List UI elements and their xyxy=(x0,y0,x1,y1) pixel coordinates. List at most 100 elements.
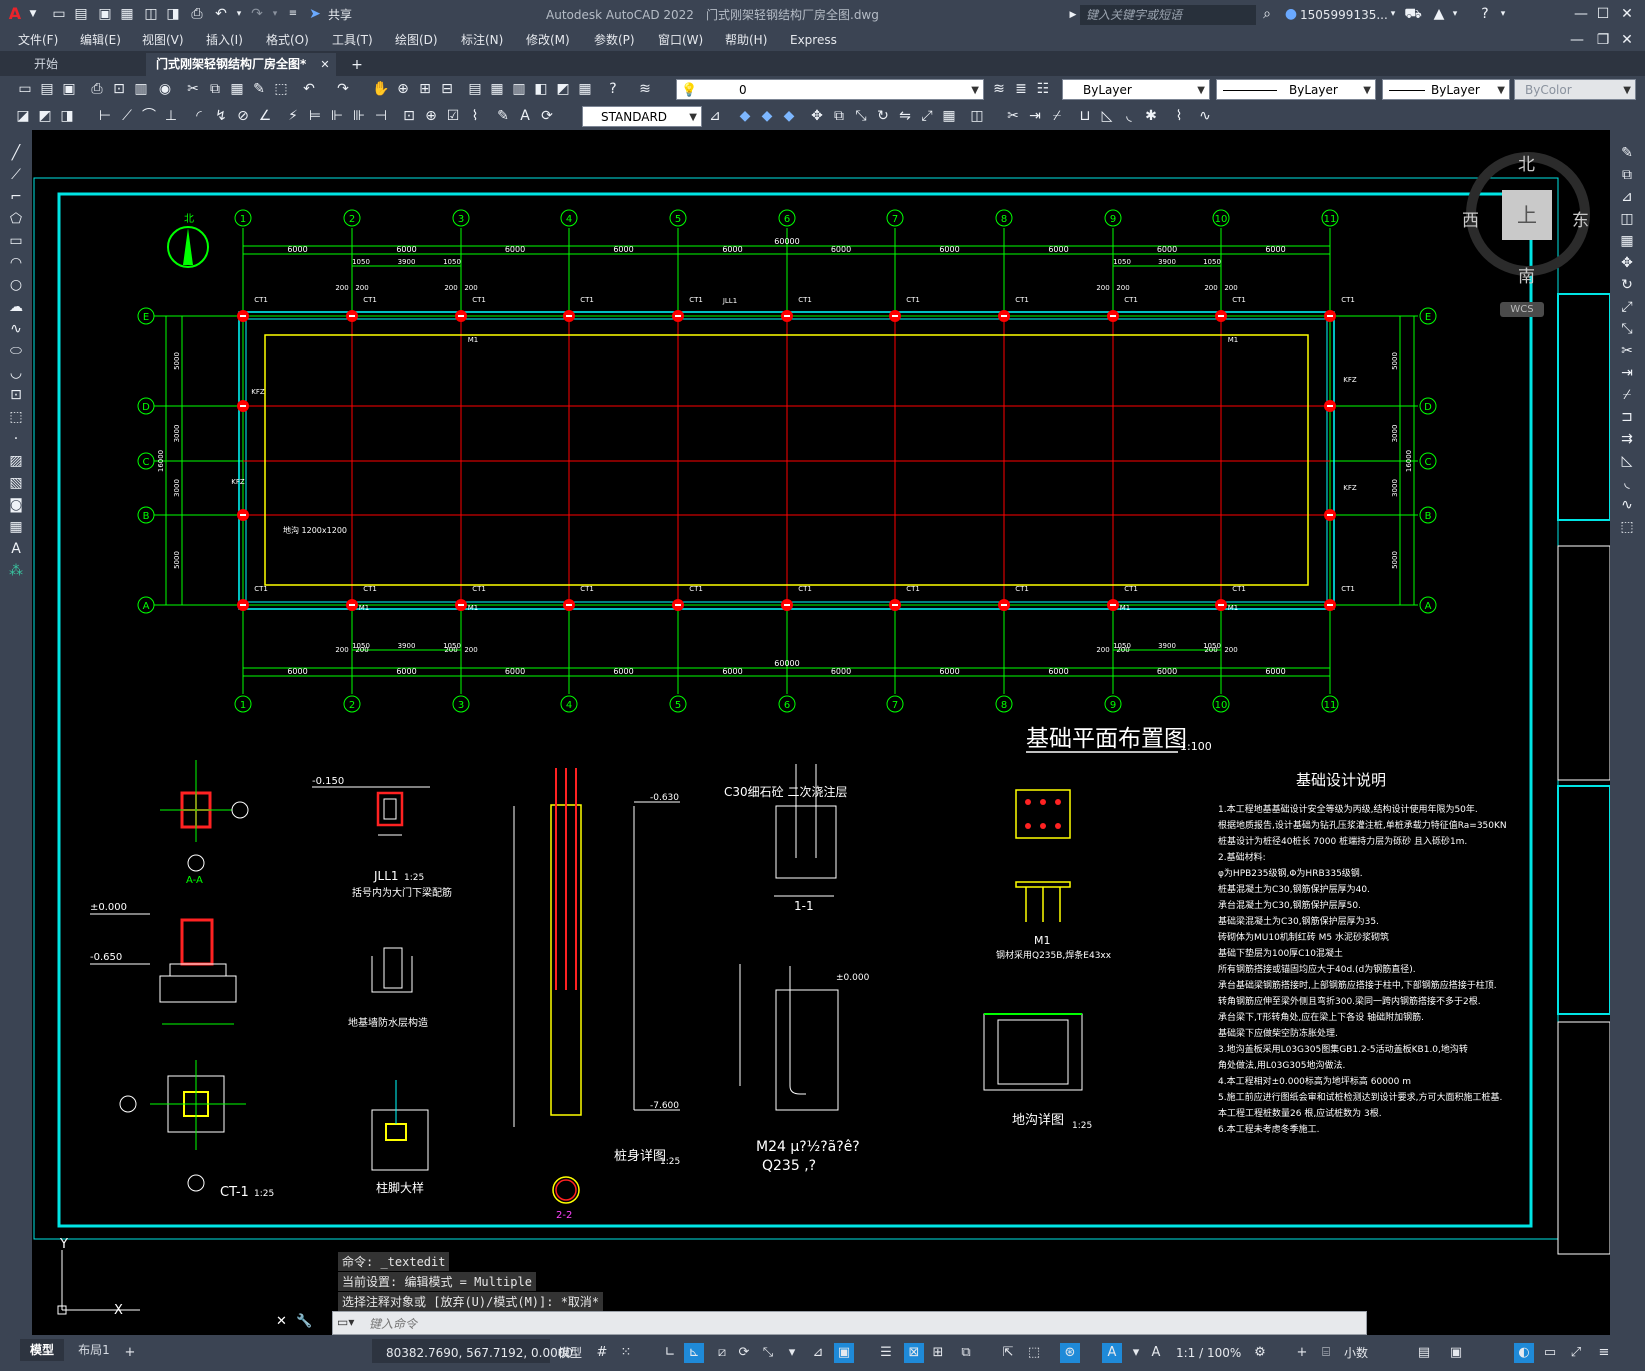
drawing-canvas[interactable]: 北 1 1 2 2 3 3 4 4 5 5 6 6 7 7 8 8 9 9 10 10 11 11 E E D D C C B B A A 60… xyxy=(32,130,1610,1335)
extend-icon[interactable]: ⇥ xyxy=(1618,364,1636,382)
app-menu-chevron-icon[interactable]: ▼ xyxy=(24,5,42,23)
erase-icon[interactable]: ✎ xyxy=(1618,144,1636,162)
trim-icon[interactable]: ✂ xyxy=(1618,342,1636,360)
customize-qat-icon[interactable]: ≡ xyxy=(284,5,302,23)
dim-continue-icon[interactable]: ⊩ xyxy=(328,107,346,125)
break-point-icon[interactable]: ⌿ xyxy=(1618,386,1636,404)
help-dropdown-icon[interactable]: ▾ xyxy=(1494,5,1512,23)
dim-edit-icon[interactable]: ✎ xyxy=(494,107,512,125)
scale-icon[interactable]: ⤢ xyxy=(918,107,936,125)
units-value[interactable]: 小数 xyxy=(1344,1343,1368,1363)
web-save-icon[interactable]: ◨ xyxy=(164,5,182,23)
revcloud-icon[interactable]: ☁ xyxy=(7,298,25,316)
jogged-linear-icon[interactable]: ⌇ xyxy=(466,107,484,125)
menu-express[interactable]: Express xyxy=(790,32,837,49)
dynamic-ucs-icon[interactable]: ⊞ xyxy=(928,1343,948,1363)
make-current-icon[interactable]: ≋ xyxy=(990,80,1008,98)
point-icon[interactable]: · xyxy=(7,430,25,448)
annotation-visible-icon[interactable]: A xyxy=(1146,1343,1166,1363)
ortho-icon[interactable]: ∟ xyxy=(660,1343,680,1363)
color-dropdown[interactable]: ByLayer ▼ xyxy=(1062,79,1210,100)
tolerance-icon[interactable]: ⊡ xyxy=(400,107,418,125)
snap-icon[interactable]: ⁙ xyxy=(616,1343,636,1363)
line-icon[interactable]: ╱ xyxy=(7,144,25,162)
auto-scale-icon[interactable]: ⊛ xyxy=(1060,1343,1080,1363)
dim-linear-icon[interactable]: ⊢ xyxy=(96,107,114,125)
layer-states-icon[interactable]: ☷ xyxy=(1034,80,1052,98)
join-icon[interactable]: ⇉ xyxy=(1618,430,1636,448)
layer-previous-icon[interactable]: ≣ xyxy=(1012,80,1030,98)
chamfer-icon[interactable]: ◺ xyxy=(1098,107,1116,125)
cart-icon[interactable]: ⛟ xyxy=(1404,5,1422,23)
center-mark-icon[interactable]: ⊕ xyxy=(422,107,440,125)
drawing-svg[interactable]: 北 11223344556677889910101111E ED DC CB BA A60… xyxy=(32,130,1610,1335)
close-icon[interactable]: ✕ xyxy=(1618,5,1636,23)
extend-icon[interactable]: ⇥ xyxy=(1026,107,1044,125)
circle-icon[interactable]: ○ xyxy=(7,276,25,294)
isolate-objects-icon[interactable]: ◐ xyxy=(1514,1343,1534,1363)
wcs-menu[interactable]: WCS xyxy=(1500,302,1544,317)
new-tab-icon[interactable]: + xyxy=(348,56,366,74)
polygon-icon[interactable]: ⬠ xyxy=(7,210,25,228)
viewcube-top[interactable]: 上 xyxy=(1502,190,1552,240)
osnap-icon[interactable]: ⤡ xyxy=(758,1343,778,1363)
markup-icon[interactable]: ◩ xyxy=(554,80,572,98)
command-customize-icon[interactable]: 🔧 xyxy=(296,1314,312,1329)
3dprint-icon[interactable]: ◉ xyxy=(156,80,174,98)
maximize-icon[interactable]: ☐ xyxy=(1594,5,1612,23)
menu-draw[interactable]: 绘图(D) xyxy=(395,32,438,49)
break-icon[interactable]: ⌿ xyxy=(1048,107,1066,125)
rotate-icon[interactable]: ↻ xyxy=(874,107,892,125)
save-icon[interactable]: ▣ xyxy=(96,5,114,23)
redo-dropdown-icon[interactable]: ▾ xyxy=(266,5,284,23)
publish-icon[interactable]: ▥ xyxy=(132,80,150,98)
solid-cone-icon[interactable]: ◆ xyxy=(780,107,798,125)
doc-restore-icon[interactable]: ❐ xyxy=(1594,31,1612,49)
user-name[interactable]: 1505999135... xyxy=(1300,7,1388,23)
redo-icon[interactable]: ↷ xyxy=(334,80,352,98)
menu-format[interactable]: 格式(O) xyxy=(266,32,309,49)
copy-icon[interactable]: ⧉ xyxy=(1618,166,1636,184)
object-track-icon[interactable]: ⟳ xyxy=(734,1343,754,1363)
layer-iso-icon[interactable]: ◨ xyxy=(58,107,76,125)
annotation-visibility-icon[interactable]: ⬚ xyxy=(1024,1343,1044,1363)
autocad-logo-icon[interactable]: A xyxy=(6,5,24,23)
units-icon[interactable]: ⌸ xyxy=(1316,1343,1336,1363)
menu-file[interactable]: 文件(F) xyxy=(18,32,58,49)
user-dropdown-icon[interactable]: ▾ xyxy=(1384,5,1402,23)
rectangle-icon[interactable]: ▭ xyxy=(7,232,25,250)
fillet-icon[interactable]: ◟ xyxy=(1120,107,1138,125)
cut-icon[interactable]: ✂ xyxy=(184,80,202,98)
explode-icon[interactable]: ✱ xyxy=(1142,107,1160,125)
dim-jogged-icon[interactable]: ↯ xyxy=(212,107,230,125)
grid-icon[interactable]: # xyxy=(592,1343,612,1363)
dim-angular-icon[interactable]: ∠ xyxy=(256,107,274,125)
ellipse-arc-icon[interactable]: ◡ xyxy=(7,364,25,382)
dim-update-icon[interactable]: ⟳ xyxy=(538,107,556,125)
layer-match-icon[interactable]: ◩ xyxy=(36,107,54,125)
region-icon[interactable]: ◙ xyxy=(7,496,25,514)
tab-model[interactable]: 模型 xyxy=(20,1339,64,1361)
zoom-previous-icon[interactable]: ⊟ xyxy=(438,80,456,98)
linetype-dropdown[interactable]: ByLayer ▼ xyxy=(1216,79,1376,100)
annotation-scale[interactable]: 1:1 / 100% xyxy=(1176,1343,1241,1363)
tool-palettes-icon[interactable]: ▥ xyxy=(510,80,528,98)
plot-icon[interactable]: ⎙ xyxy=(88,80,106,98)
qnew-icon[interactable]: ▭ xyxy=(16,80,34,98)
search-icon[interactable]: ⌕ xyxy=(1258,5,1276,23)
selection-filter-icon[interactable]: ⧉ xyxy=(956,1343,976,1363)
break-icon[interactable]: ⊐ xyxy=(1618,408,1636,426)
solid-wedge-icon[interactable]: ◆ xyxy=(758,107,776,125)
stretch-icon[interactable]: ⤡ xyxy=(852,107,870,125)
sheet-set-icon[interactable]: ◧ xyxy=(532,80,550,98)
paste-icon[interactable]: ▦ xyxy=(228,80,246,98)
join-icon[interactable]: ⊔ xyxy=(1076,107,1094,125)
hatch-icon[interactable]: ▨ xyxy=(7,452,25,470)
explode-icon[interactable]: ⬚ xyxy=(1618,518,1636,536)
menu-insert[interactable]: 插入(I) xyxy=(206,32,243,49)
plot-preview-icon[interactable]: ⊡ xyxy=(110,80,128,98)
menu-view[interactable]: 视图(V) xyxy=(142,32,184,49)
trim-icon[interactable]: ✂ xyxy=(1004,107,1022,125)
scale-icon[interactable]: ⤢ xyxy=(1618,298,1636,316)
dim-baseline-icon[interactable]: ⊨ xyxy=(306,107,324,125)
